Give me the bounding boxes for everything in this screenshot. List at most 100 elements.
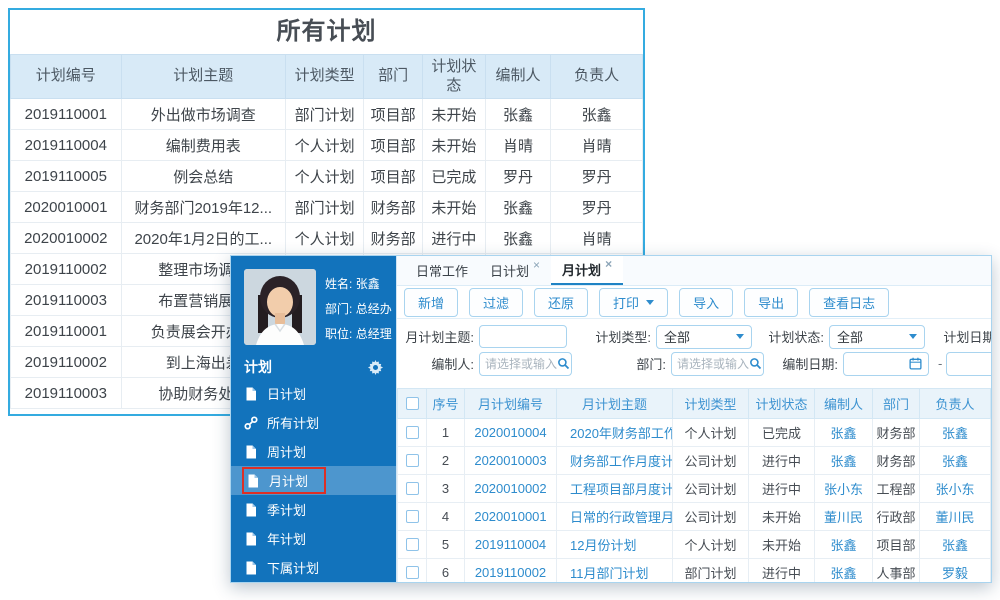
select-all-checkbox[interactable] bbox=[405, 397, 419, 410]
tab-daily-work[interactable]: 日常工作 bbox=[405, 256, 479, 285]
chevron-down-icon bbox=[909, 334, 917, 339]
sidebar-item-yearly-plan[interactable]: 年计划 bbox=[231, 524, 396, 553]
tab-label: 月计划 bbox=[562, 263, 602, 278]
create-date-to-input[interactable] bbox=[946, 351, 991, 376]
sidebar-item-daily-plan[interactable]: 日计划 bbox=[231, 379, 396, 408]
creator-link[interactable]: 董川民 bbox=[814, 502, 873, 531]
topic-input[interactable] bbox=[479, 325, 567, 348]
export-button[interactable]: 导出 bbox=[744, 287, 799, 317]
grid-row: 2 2020010003 财务部工作月度计划 公司计划 进行中 张鑫 财务部 张… bbox=[397, 446, 991, 475]
date-range-separator: - bbox=[938, 356, 943, 371]
create-date-from-input[interactable] bbox=[843, 351, 929, 376]
creator-link[interactable]: 张鑫 bbox=[814, 446, 873, 475]
status-select[interactable]: 全部 bbox=[829, 324, 925, 349]
plan-topic-link[interactable]: 11月部门计划 bbox=[556, 558, 673, 582]
reset-button[interactable]: 还原 bbox=[534, 287, 589, 317]
col-owner: 负责人 bbox=[919, 388, 991, 419]
owner-link[interactable]: 张小东 bbox=[919, 474, 991, 503]
col-owner: 负责人 bbox=[550, 54, 643, 99]
row-checkbox[interactable] bbox=[405, 482, 419, 495]
row-checkbox[interactable] bbox=[405, 510, 419, 523]
plan-id-link[interactable]: 2020010001 bbox=[464, 502, 557, 531]
avatar bbox=[244, 269, 316, 345]
print-button[interactable]: 打印 bbox=[599, 287, 669, 317]
type-select[interactable]: 全部 bbox=[656, 324, 752, 349]
owner-link[interactable]: 张鑫 bbox=[919, 530, 991, 559]
owner-link[interactable]: 罗毅 bbox=[919, 558, 991, 582]
plan-id-link[interactable]: 2019110004 bbox=[464, 530, 557, 559]
file-icon bbox=[246, 561, 256, 574]
cell-status: 未开始 bbox=[748, 502, 815, 531]
tab-label: 日计划 bbox=[490, 264, 530, 279]
creator-link[interactable]: 张鑫 bbox=[814, 530, 873, 559]
creator-link[interactable]: 张小东 bbox=[814, 474, 873, 503]
cell: 个人计划 bbox=[284, 222, 365, 254]
cell: 2019110004 bbox=[10, 129, 122, 161]
plan-topic-link[interactable]: 2020年财务部工作月... bbox=[556, 418, 673, 447]
sidebar-item-label: 所有计划 bbox=[267, 416, 320, 431]
cell-dept: 人事部 bbox=[872, 558, 920, 582]
row-checkbox[interactable] bbox=[405, 538, 419, 551]
plan-id-link[interactable]: 2020010003 bbox=[464, 446, 557, 475]
topic-filter-label: 月计划主题: bbox=[405, 330, 474, 345]
plan-topic-link[interactable]: 财务部工作月度计划 bbox=[556, 446, 673, 475]
col-plan-topic: 计划主题 bbox=[120, 54, 286, 99]
row-checkbox[interactable] bbox=[405, 566, 419, 579]
add-button[interactable]: 新增 bbox=[404, 287, 459, 317]
cell: 个人计划 bbox=[284, 129, 365, 161]
plan-topic-link[interactable]: 12月份计划 bbox=[556, 530, 673, 559]
plan-id-link[interactable]: 2020010002 bbox=[464, 474, 557, 503]
filter-button[interactable]: 过滤 bbox=[469, 287, 524, 317]
owner-link[interactable]: 董川民 bbox=[919, 502, 991, 531]
status-select-value: 全部 bbox=[837, 330, 864, 345]
button-label: 过滤 bbox=[483, 295, 510, 311]
owner-link[interactable]: 张鑫 bbox=[919, 446, 991, 475]
sidebar-item-weekly-plan[interactable]: 周计划 bbox=[231, 437, 396, 466]
cell: 2020010002 bbox=[10, 222, 122, 254]
plan-topic-link[interactable]: 日常的行政管理月计划 bbox=[556, 502, 673, 531]
cell: 财务部门2019年12... bbox=[120, 191, 286, 223]
owner-link[interactable]: 张鑫 bbox=[919, 418, 991, 447]
col-plan-type: 计划类型 bbox=[284, 54, 365, 99]
cell-checkbox bbox=[397, 530, 427, 559]
plan-topic-link[interactable]: 工程项目部月度计划 bbox=[556, 474, 673, 503]
name-value: 张鑫 bbox=[355, 277, 380, 291]
tab-daily-plan[interactable]: 日计划 × bbox=[479, 256, 551, 285]
sidebar-item-all-plans[interactable]: 所有计划 bbox=[231, 408, 396, 437]
cell: 外出做市场调查 bbox=[120, 98, 286, 130]
cell: 未开始 bbox=[422, 129, 486, 161]
cell: 财务部 bbox=[363, 222, 424, 254]
cell: 项目部 bbox=[363, 129, 424, 161]
sidebar-item-quarterly-plan[interactable]: 季计划 bbox=[231, 495, 396, 524]
dept-search[interactable]: 请选择或输入 bbox=[671, 351, 764, 376]
close-icon[interactable]: × bbox=[533, 259, 540, 271]
import-button[interactable]: 导入 bbox=[679, 287, 734, 317]
cell-dept: 财务部 bbox=[872, 446, 920, 475]
cell: 2019110001 bbox=[10, 315, 122, 347]
creator-search[interactable]: 请选择或输入 bbox=[479, 351, 572, 376]
cell-dept: 行政部 bbox=[872, 502, 920, 531]
filter-panel: 月计划主题: 计划类型: 全部 计划状态: 全部 计划日期: bbox=[397, 319, 991, 382]
gear-icon[interactable] bbox=[368, 359, 383, 375]
row-checkbox[interactable] bbox=[405, 454, 419, 467]
col-plan-id: 计划编号 bbox=[10, 54, 122, 99]
creator-link[interactable]: 张鑫 bbox=[814, 558, 873, 582]
view-log-button[interactable]: 查看日志 bbox=[809, 287, 890, 317]
table-row: 2020010001 财务部门2019年12... 部门计划 财务部 未开始 张… bbox=[10, 191, 643, 223]
sidebar-item-monthly-plan[interactable]: 月计划 bbox=[231, 466, 396, 495]
filter-row-2: 编制人: 请选择或输入 部门: 请选择或输入 编制日期: - bbox=[402, 350, 991, 377]
plan-id-link[interactable]: 2020010004 bbox=[464, 418, 557, 447]
cell-dept: 项目部 bbox=[872, 530, 920, 559]
close-icon[interactable]: × bbox=[605, 258, 612, 270]
row-checkbox[interactable] bbox=[405, 426, 419, 439]
sidebar-item-subordinate-plan[interactable]: 下属计划 bbox=[231, 553, 396, 582]
cell-dept: 工程部 bbox=[872, 474, 920, 503]
cell: 张鑫 bbox=[484, 98, 552, 130]
cell: 张鑫 bbox=[484, 222, 552, 254]
cell: 2019110002 bbox=[10, 253, 122, 285]
cell-seq: 4 bbox=[426, 502, 465, 531]
tab-monthly-plan[interactable]: 月计划 × bbox=[551, 256, 624, 285]
creator-link[interactable]: 张鑫 bbox=[814, 418, 873, 447]
plan-id-link[interactable]: 2019110002 bbox=[464, 558, 557, 582]
table-row: 2020010002 2020年1月2日的工... 个人计划 财务部 进行中 张… bbox=[10, 222, 643, 254]
